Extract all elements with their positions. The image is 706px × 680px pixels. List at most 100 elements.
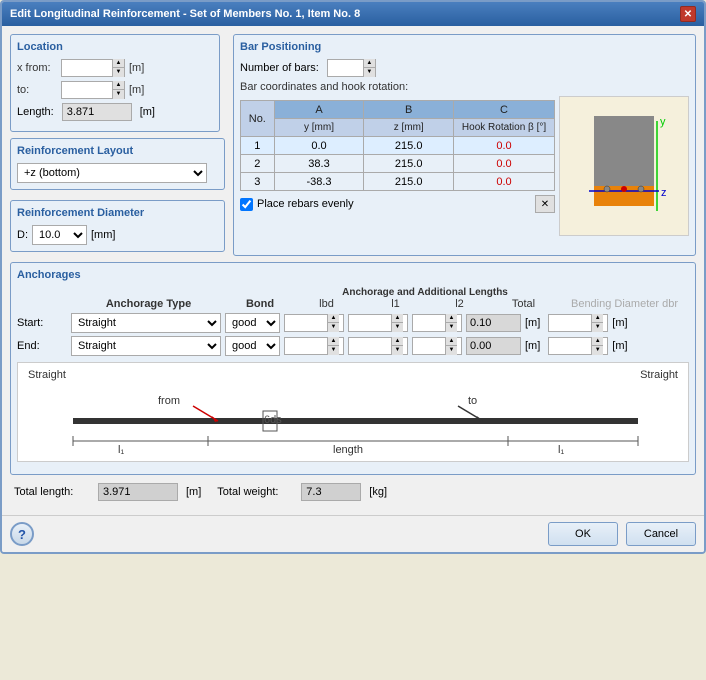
- end-l2-input[interactable]: [413, 338, 445, 354]
- end-lbd-input[interactable]: 0.10: [285, 338, 327, 354]
- end-type-select[interactable]: Straight: [71, 336, 221, 356]
- footer: ? OK Cancel: [2, 515, 704, 552]
- cancel-button[interactable]: Cancel: [626, 522, 696, 546]
- start-l2-input[interactable]: [413, 315, 445, 331]
- l1-end-label: l₁: [558, 444, 564, 456]
- num-bars-down[interactable]: ▼: [363, 68, 375, 77]
- x-to-input[interactable]: 19.90: [62, 82, 112, 98]
- rebar-left: [604, 186, 610, 192]
- start-l2-spinner[interactable]: ▲ ▼: [412, 314, 462, 332]
- x-from-up[interactable]: ▲: [112, 59, 124, 68]
- help-button[interactable]: ?: [10, 522, 34, 546]
- start-bending-up[interactable]: ▲: [591, 314, 603, 323]
- end-l2-up[interactable]: ▲: [445, 337, 457, 346]
- col-b-header: B: [364, 101, 454, 119]
- table-row[interactable]: 2 38.3 215.0 0.0: [241, 155, 555, 173]
- x-from-label: x from:: [17, 62, 57, 74]
- row1-z: 215.0: [364, 137, 454, 155]
- table-row[interactable]: 1 0.0 215.0 0.0: [241, 137, 555, 155]
- end-lbd-up[interactable]: ▲: [327, 337, 339, 346]
- x-to-down[interactable]: ▼: [112, 90, 124, 99]
- start-bending-input[interactable]: [549, 315, 591, 331]
- bar-coords-label: Bar coordinates and hook rotation:: [240, 81, 689, 93]
- diameter-select[interactable]: 10.0: [32, 225, 87, 245]
- x-from-spinner-btns: ▲ ▼: [112, 59, 124, 77]
- table-row[interactable]: 3 -38.3 215.0 0.0: [241, 173, 555, 191]
- start-type-select[interactable]: Straight: [71, 313, 221, 333]
- ok-button[interactable]: OK: [548, 522, 618, 546]
- anc-bond-header: Bond: [230, 298, 290, 310]
- d-label: D:: [17, 229, 28, 241]
- col-z-sub: z [mm]: [364, 119, 454, 137]
- start-bending-down[interactable]: ▼: [591, 323, 603, 332]
- start-bending-spinner[interactable]: ▲ ▼: [548, 314, 608, 332]
- end-bond-select[interactable]: good: [225, 336, 280, 356]
- start-lbd-up[interactable]: ▲: [327, 314, 339, 323]
- bending-header: Bending Diameter dbr: [560, 298, 689, 310]
- end-label: End:: [17, 340, 67, 352]
- x-from-down[interactable]: ▼: [112, 68, 124, 77]
- diagram-svg: from 6ds to l₁ le: [18, 381, 688, 456]
- num-bars-up[interactable]: ▲: [363, 59, 375, 68]
- end-l2-down[interactable]: ▼: [445, 346, 457, 355]
- section-preview: y z: [559, 96, 689, 236]
- end-bending-spinner[interactable]: ▲ ▼: [548, 337, 608, 355]
- end-bending-input[interactable]: [549, 338, 591, 354]
- top-section: Location x from: 16.03 ▲ ▼ [m]: [10, 34, 696, 256]
- to-label: to: [468, 395, 477, 407]
- bar-positioning-title: Bar Positioning: [240, 41, 689, 53]
- end-lbd-down[interactable]: ▼: [327, 346, 339, 355]
- end-l1-input[interactable]: 0.00: [349, 338, 391, 354]
- start-l1-input[interactable]: 0.10: [349, 315, 391, 331]
- length-unit: [m]: [140, 106, 155, 118]
- x-to-up[interactable]: ▲: [112, 81, 124, 90]
- start-bending-unit: [m]: [612, 317, 627, 329]
- num-bars-input[interactable]: 3: [328, 60, 363, 76]
- end-bending-up[interactable]: ▲: [591, 337, 603, 346]
- x-from-input[interactable]: 16.03: [62, 60, 112, 76]
- title-bar: Edit Longitudinal Reinforcement - Set of…: [2, 2, 704, 26]
- col-y-sub: y [mm]: [274, 119, 364, 137]
- anc-type-header: Anchorage Type: [71, 298, 226, 310]
- row3-no: 3: [241, 173, 275, 191]
- location-title: Location: [17, 41, 213, 53]
- main-window: Edit Longitudinal Reinforcement - Set of…: [0, 0, 706, 554]
- total-length-row: Total length: 3.971 [m]: [14, 483, 201, 501]
- num-bars-label: Number of bars:: [240, 62, 319, 74]
- x-to-spinner[interactable]: 19.90 ▲ ▼: [61, 81, 125, 99]
- start-l1-up[interactable]: ▲: [391, 314, 403, 323]
- end-lbd-spinner[interactable]: 0.10 ▲ ▼: [284, 337, 344, 355]
- reinforcement-layout-panel: Reinforcement Layout +z (bottom): [10, 138, 225, 190]
- start-l2-up[interactable]: ▲: [445, 314, 457, 323]
- end-l1-up[interactable]: ▲: [391, 337, 403, 346]
- row3-y: -38.3: [274, 173, 364, 191]
- num-bars-btns: ▲ ▼: [363, 59, 375, 77]
- start-bond-select[interactable]: good: [225, 313, 280, 333]
- row2-z: 215.0: [364, 155, 454, 173]
- start-lbd-down[interactable]: ▼: [327, 323, 339, 332]
- end-bending-down[interactable]: ▼: [591, 346, 603, 355]
- end-l1-down[interactable]: ▼: [391, 346, 403, 355]
- clear-button[interactable]: ✕: [535, 195, 555, 213]
- start-lbd-input[interactable]: 0.10: [285, 315, 327, 331]
- num-bars-spinner[interactable]: 3 ▲ ▼: [327, 59, 376, 77]
- start-l2-down[interactable]: ▼: [445, 323, 457, 332]
- x-from-spinner[interactable]: 16.03 ▲ ▼: [61, 59, 125, 77]
- x-from-row: x from: 16.03 ▲ ▼ [m]: [17, 59, 213, 77]
- total-weight-label: Total weight:: [217, 486, 297, 498]
- end-l1-spinner[interactable]: 0.00 ▲ ▼: [348, 337, 408, 355]
- anc-headers: Anchorage Type Bond Anchorage and Additi…: [17, 287, 689, 310]
- start-l1-down[interactable]: ▼: [391, 323, 403, 332]
- start-l1-spinner[interactable]: 0.10 ▲ ▼: [348, 314, 408, 332]
- layout-select[interactable]: +z (bottom): [17, 163, 207, 183]
- end-l2-spinner[interactable]: ▲ ▼: [412, 337, 462, 355]
- start-label: Start:: [17, 317, 67, 329]
- place-evenly-checkbox[interactable]: [240, 198, 253, 211]
- length-label: Length:: [17, 106, 54, 118]
- length-value: 3.871: [67, 106, 95, 118]
- start-unit: [m]: [525, 317, 540, 329]
- lbd-header: lbd: [294, 298, 359, 310]
- d-unit: [mm]: [91, 229, 115, 241]
- start-lbd-spinner[interactable]: 0.10 ▲ ▼: [284, 314, 344, 332]
- close-button[interactable]: ✕: [680, 6, 696, 22]
